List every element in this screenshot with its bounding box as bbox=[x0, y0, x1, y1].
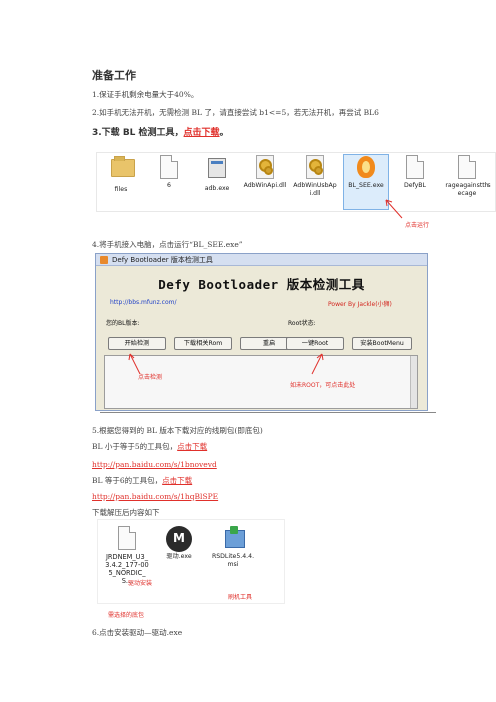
file-name: 驱动.exe bbox=[166, 553, 192, 560]
annotation-package: 需选择的底包 bbox=[108, 612, 145, 619]
file-item-rsdlite[interactable]: RSDLite5.4.4.msi bbox=[210, 526, 256, 569]
file-name: adb.exe bbox=[204, 185, 230, 192]
window-titlebar: Defy Bootloader 版本检测工具 bbox=[96, 254, 427, 266]
file-item[interactable]: AdbWinApi.dll bbox=[243, 155, 287, 190]
step-3-download-link[interactable]: 点击下载 bbox=[184, 128, 220, 138]
bl6-line: BL 等于6的工具包，点击下载 bbox=[92, 476, 192, 486]
file-item[interactable]: files bbox=[99, 155, 143, 194]
folder-icon bbox=[111, 156, 135, 177]
exe-icon bbox=[208, 158, 226, 178]
annotation-click-run: 点击运行 bbox=[405, 222, 430, 229]
app-icon bbox=[100, 256, 108, 264]
file-name: s bbox=[487, 182, 491, 189]
root-status-label: Root状态: bbox=[288, 320, 316, 327]
app-flame-icon bbox=[356, 155, 376, 179]
document-icon bbox=[458, 155, 476, 179]
download-rom-button[interactable]: 下载相关Rom bbox=[174, 337, 232, 350]
step-3: 3.下载 BL 检测工具，点击下载。 bbox=[92, 125, 229, 138]
file-item-driver[interactable]: 驱动.exe bbox=[156, 526, 202, 561]
download-folder: JRDNEM_U3_3.4.2_177-005_NORDIC_S... 驱动.e… bbox=[97, 519, 285, 604]
document-icon bbox=[160, 155, 178, 179]
document-icon bbox=[406, 155, 424, 179]
file-name: 6 bbox=[167, 182, 171, 189]
bl5-url-link[interactable]: http://pan.baidu.com/s/1bnovevd bbox=[92, 460, 217, 470]
file-name: files bbox=[114, 186, 128, 193]
file-item-package[interactable]: JRDNEM_U3_3.4.2_177-005_NORDIC_S... bbox=[104, 526, 150, 585]
scrollbar[interactable] bbox=[410, 356, 417, 408]
step-1: 1.保证手机剩余电量大于40%。 bbox=[92, 90, 199, 99]
annotation-click-detect: 点击检测 bbox=[138, 374, 163, 381]
step-6: 6.点击安装驱动—驱动.exe bbox=[92, 628, 183, 637]
log-panel[interactable] bbox=[104, 355, 418, 409]
window-title: Defy Bootloader 版本检测工具 bbox=[112, 256, 213, 264]
arrow-icon bbox=[311, 353, 324, 375]
install-bootmenu-button[interactable]: 安装BootMenu bbox=[352, 337, 412, 350]
file-item[interactable]: 6 bbox=[147, 155, 191, 190]
bl5-text: BL 小于等于5的工具包， bbox=[92, 442, 178, 451]
bl6-text: BL 等于6的工具包， bbox=[92, 476, 163, 485]
bootloader-window: Defy Bootloader 版本检测工具 Defy Bootloader 版… bbox=[95, 253, 428, 411]
bl-version-label: 您的BL版本: bbox=[106, 320, 140, 327]
step-5: 5.根据您得到的 BL 版本下载对应的线刷包(即底包) bbox=[92, 426, 263, 435]
power-by-text: Power By Jackle(小狮) bbox=[328, 301, 392, 308]
file-item[interactable]: DefyBL bbox=[393, 155, 437, 190]
file-name: AdbWinApi.dll bbox=[243, 182, 287, 189]
bl5-download-link[interactable]: 点击下载 bbox=[177, 442, 207, 451]
forum-url[interactable]: http://bbs.mfunz.com/ bbox=[110, 299, 177, 306]
file-item[interactable]: rageagainstthecage bbox=[445, 155, 489, 198]
bl6-download-link[interactable]: 点击下载 bbox=[162, 476, 192, 485]
page-heading: 准备工作 bbox=[92, 69, 136, 82]
file-item[interactable]: adb.exe bbox=[195, 155, 239, 193]
annotation-root: 如未ROOT，可点击此处 bbox=[290, 382, 356, 389]
file-item[interactable]: AdbWinUsbApi.dll bbox=[293, 155, 337, 198]
one-key-root-button[interactable]: 一键Root bbox=[286, 337, 344, 350]
installer-icon bbox=[223, 526, 245, 550]
step-3-suffix: 。 bbox=[219, 128, 229, 138]
step-2: 2.如手机无法开机，无需检测 BL 了，请直接尝试 b1<=5，若无法开机，再尝… bbox=[92, 108, 379, 117]
motorola-icon bbox=[166, 526, 192, 552]
annotation-flash-tool: 刷机工具 bbox=[228, 594, 253, 601]
dll-gear-icon bbox=[306, 155, 324, 179]
file-explorer-strip: files 6 adb.exe AdbWinApi.dll AdbWinUsbA… bbox=[96, 152, 496, 212]
bl5-line: BL 小于等于5的工具包，点击下载 bbox=[92, 442, 207, 452]
file-item-partial[interactable]: s bbox=[483, 179, 495, 190]
file-item-bl-see[interactable]: BL_SEE.exe bbox=[344, 155, 388, 190]
unzip-note: 下载解压后内容如下 bbox=[92, 508, 160, 517]
divider bbox=[100, 412, 436, 413]
step-4: 4.将手机接入电脑，点击运行“BL_SEE.exe” bbox=[92, 240, 243, 249]
file-name: AdbWinUsbApi.dll bbox=[293, 182, 337, 197]
step-3-text: 3.下载 BL 检测工具， bbox=[92, 128, 184, 138]
window-heading: Defy Bootloader 版本检测工具 bbox=[158, 277, 365, 292]
bl6-url-link[interactable]: http://pan.baidu.com/s/1hqBlSPE bbox=[92, 492, 218, 502]
file-name: RSDLite5.4.4.msi bbox=[211, 553, 255, 568]
document-icon bbox=[118, 526, 136, 550]
annotation-driver: 驱动安装 bbox=[128, 580, 153, 587]
file-name: BL_SEE.exe bbox=[348, 182, 384, 189]
file-name: DefyBL bbox=[404, 182, 426, 189]
dll-gear-icon bbox=[256, 155, 274, 179]
start-detect-button[interactable]: 开始检测 bbox=[108, 337, 166, 350]
